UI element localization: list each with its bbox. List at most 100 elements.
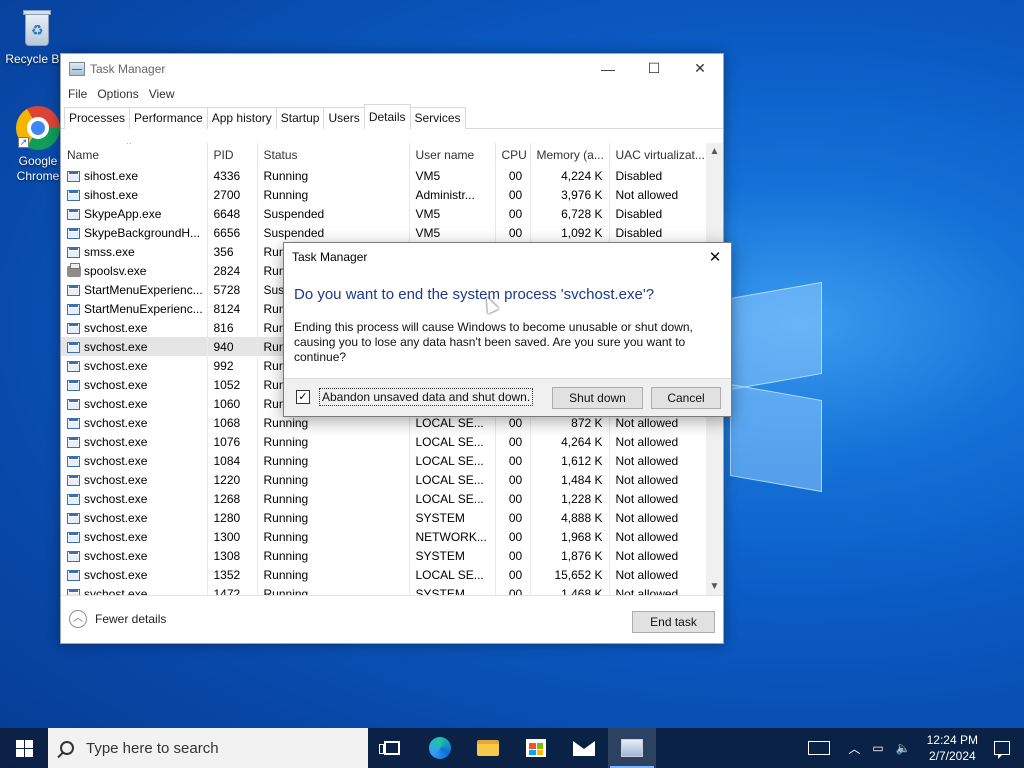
table-row[interactable]: svchost.exe 1076 Running LOCAL SE... 00 4,264… xyxy=(61,432,708,451)
column-header-status[interactable]: Status xyxy=(257,143,410,166)
process-icon xyxy=(67,341,80,353)
tab-services[interactable]: Services xyxy=(409,107,466,129)
process-cpu: 00 xyxy=(495,470,531,489)
column-header-uac-virtualization[interactable]: UAC virtualizat... xyxy=(609,143,708,166)
recycle-bin-icon: ♻ xyxy=(20,8,54,48)
taskbar-edge[interactable] xyxy=(416,728,464,768)
menu-options[interactable]: Options xyxy=(96,87,145,101)
column-header-cpu[interactable]: CPU xyxy=(495,143,531,166)
window-title: Task Manager xyxy=(90,61,166,76)
process-icon xyxy=(67,284,80,296)
table-row[interactable]: svchost.exe 1472 Running SYSTEM 00 1,468 K Not… xyxy=(61,584,708,595)
table-row[interactable]: svchost.exe 1352 Running LOCAL SE... 00 15,65… xyxy=(61,565,708,584)
process-status: Running xyxy=(257,565,410,584)
tab-startup[interactable]: Startup xyxy=(275,107,325,129)
menu-file[interactable]: File xyxy=(67,87,94,101)
column-header-name[interactable]: ^ Name xyxy=(61,143,208,166)
process-name: SkypeBackgroundH... xyxy=(61,223,208,242)
process-memory: 4,224 K xyxy=(530,166,610,185)
process-name: svchost.exe xyxy=(61,432,208,451)
end-task-button[interactable]: End task xyxy=(632,611,715,633)
process-memory: 4,888 K xyxy=(530,508,610,527)
process-cpu: 00 xyxy=(495,185,531,204)
abandon-data-checkbox-label[interactable]: Abandon unsaved data and shut down. xyxy=(319,388,534,406)
process-pid: 2700 xyxy=(207,185,258,204)
maximize-button[interactable]: ☐ xyxy=(631,54,677,83)
process-uac: Not allowed xyxy=(609,584,708,595)
taskbar-file-explorer[interactable] xyxy=(464,728,512,768)
process-name-text: SkypeBackgroundH... xyxy=(84,225,201,240)
tab-app-history[interactable]: App history xyxy=(206,107,277,129)
process-pid: 6648 xyxy=(207,204,258,223)
process-name-text: svchost.exe xyxy=(84,491,148,506)
close-button[interactable]: ✕ xyxy=(677,54,723,83)
title-bar[interactable]: Task Manager — ☐ ✕ xyxy=(61,54,723,83)
tab-performance[interactable]: Performance xyxy=(129,107,208,129)
table-row[interactable]: svchost.exe 1280 Running SYSTEM 00 4,888 K Not… xyxy=(61,508,708,527)
taskbar-store[interactable] xyxy=(512,728,560,768)
table-row[interactable]: SkypeBackgroundH... 6656 Suspended VM5 00 1,0… xyxy=(61,223,708,242)
dialog-close-button[interactable]: ✕ xyxy=(699,243,731,272)
scroll-down-icon[interactable]: ▼ xyxy=(706,578,723,595)
process-user: VM5 xyxy=(409,204,496,223)
dialog-footer: ✓ Abandon unsaved data and shut down. Sh… xyxy=(284,378,731,416)
news-icon[interactable] xyxy=(808,741,831,755)
process-name-text: svchost.exe xyxy=(84,510,148,525)
tab-users[interactable]: Users xyxy=(323,107,365,129)
notification-icon[interactable] xyxy=(994,741,1010,759)
volume-muted-icon[interactable]: 🔈 xyxy=(896,741,911,755)
process-status: Running xyxy=(257,470,410,489)
column-header-memory[interactable]: Memory (a... xyxy=(530,143,610,166)
system-tray: ︿ ▭ 🔈 12:24 PM 2/7/2024 xyxy=(808,728,1024,768)
menu-view[interactable]: View xyxy=(148,87,182,101)
table-row[interactable]: sihost.exe 2700 Running Administr... 00 3,976… xyxy=(61,185,708,204)
process-name-text: svchost.exe xyxy=(84,548,148,563)
process-status: Suspended xyxy=(257,204,410,223)
clock[interactable]: 12:24 PM 2/7/2024 xyxy=(927,732,978,764)
process-pid: 1084 xyxy=(207,451,258,470)
tab-processes[interactable]: Processes xyxy=(64,107,131,129)
table-row[interactable]: sihost.exe 4336 Running VM5 00 4,224 K Disable… xyxy=(61,166,708,185)
process-status: Running xyxy=(257,489,410,508)
process-memory: 1,228 K xyxy=(530,489,610,508)
abandon-data-checkbox[interactable]: ✓ xyxy=(296,390,310,404)
taskbar-mail[interactable] xyxy=(560,728,608,768)
process-pid: 1060 xyxy=(207,394,258,413)
shut-down-button[interactable]: Shut down xyxy=(552,387,643,409)
tab-strip: Processes Performance App history Startu… xyxy=(61,104,723,129)
chevron-up-icon[interactable]: ︿ xyxy=(848,740,860,757)
network-icon[interactable]: ▭ xyxy=(872,741,883,755)
start-button[interactable] xyxy=(0,728,48,768)
process-user: SYSTEM xyxy=(409,546,496,565)
process-pid: 1076 xyxy=(207,432,258,451)
table-row[interactable]: svchost.exe 1084 Running LOCAL SE... 00 1,612… xyxy=(61,451,708,470)
windows-logo-icon xyxy=(15,739,33,757)
process-pid: 6656 xyxy=(207,223,258,242)
process-name-text: StartMenuExperienc... xyxy=(84,282,203,297)
process-pid: 992 xyxy=(207,356,258,375)
sort-up-icon: ^ xyxy=(127,143,132,149)
fewer-details-button[interactable]: ︿ Fewer details xyxy=(69,610,166,628)
process-pid: 1300 xyxy=(207,527,258,546)
table-row[interactable]: svchost.exe 1220 Running LOCAL SE... 00 1,484… xyxy=(61,470,708,489)
process-user: LOCAL SE... xyxy=(409,451,496,470)
printer-process-icon xyxy=(67,262,81,277)
process-pid: 1308 xyxy=(207,546,258,565)
column-header-pid[interactable]: PID xyxy=(207,143,258,166)
table-row[interactable]: svchost.exe 1300 Running NETWORK... 00 1,968 … xyxy=(61,527,708,546)
scroll-up-icon[interactable]: ▲ xyxy=(706,143,723,160)
minimize-button[interactable]: — xyxy=(585,54,631,83)
process-icon xyxy=(67,398,80,410)
table-row[interactable]: svchost.exe 1308 Running SYSTEM 00 1,876 K Not… xyxy=(61,546,708,565)
process-name-text: spoolsv.exe xyxy=(84,263,147,278)
tab-details[interactable]: Details xyxy=(363,104,411,129)
column-header-user-name[interactable]: User name xyxy=(409,143,496,166)
table-row[interactable]: SkypeApp.exe 6648 Suspended VM5 00 6,728 K Dis… xyxy=(61,204,708,223)
table-row[interactable]: svchost.exe 1268 Running LOCAL SE... 00 1,228… xyxy=(61,489,708,508)
process-name: svchost.exe xyxy=(61,375,208,394)
taskbar-task-manager[interactable] xyxy=(608,728,656,768)
process-status: Running xyxy=(257,166,410,185)
task-view-button[interactable] xyxy=(368,728,416,768)
cancel-button[interactable]: Cancel xyxy=(651,387,721,409)
taskbar-search-box[interactable]: Type here to search xyxy=(48,728,368,768)
